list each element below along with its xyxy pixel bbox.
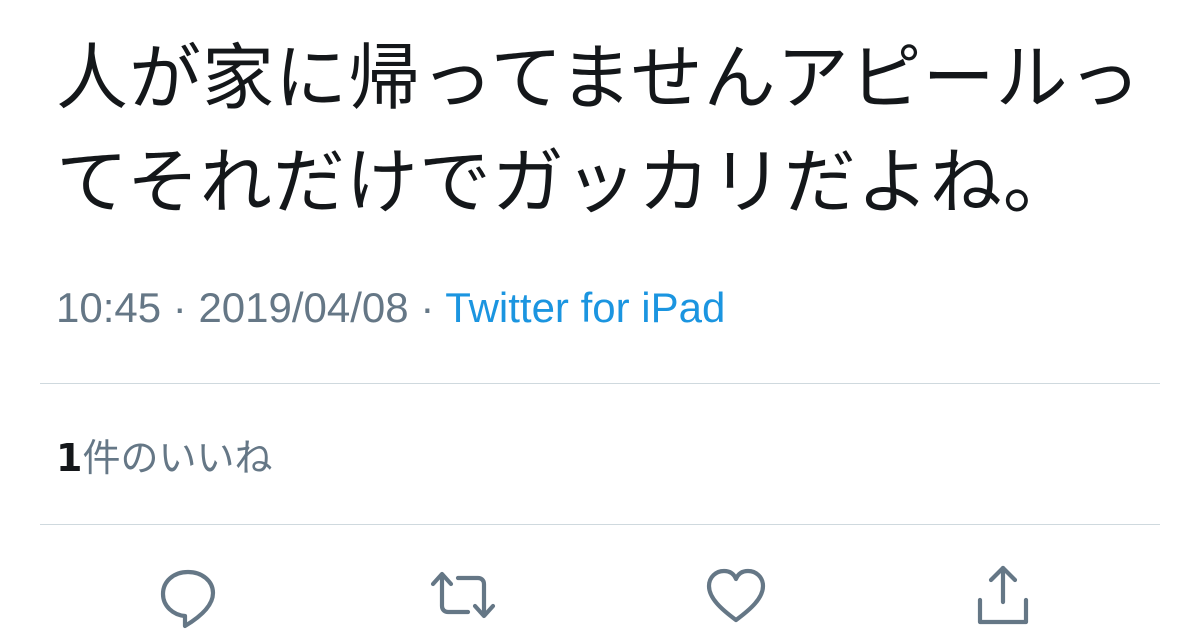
share-icon (977, 565, 1029, 625)
meta-separator: · (161, 284, 199, 331)
likes-count: 1 (56, 436, 83, 480)
tweet-actions-bar (0, 560, 1200, 630)
tweet-meta: 10:45 · 2019/04/08 · Twitter for iPad (56, 282, 725, 334)
tweet-text-line: 人が家に帰ってませんアピールっ (56, 36, 1142, 120)
tweet-date: 2019/04/08 (198, 284, 409, 331)
tweet-text-line: てそれだけでガッカリだよね。 (56, 140, 1076, 224)
likes-summary[interactable]: 1件のいいね (56, 432, 272, 484)
heart-icon (706, 568, 766, 623)
retweet-button[interactable] (428, 560, 498, 630)
cut-off-previous-text-line (55, 0, 1105, 14)
tweet-source-link[interactable]: Twitter for iPad (445, 284, 725, 331)
meta-separator: · (408, 284, 446, 331)
like-button[interactable] (701, 560, 771, 630)
retweet-icon (430, 571, 496, 619)
likes-label: 件のいいね (82, 436, 273, 480)
tweet-text: 人が家に帰ってませんアピールっ てそれだけでガッカリだよね。 (56, 26, 1166, 234)
reply-button[interactable] (153, 560, 223, 630)
tweet-time: 10:45 (56, 284, 162, 331)
share-button[interactable] (968, 560, 1038, 630)
reply-icon (160, 569, 216, 629)
divider (40, 524, 1160, 525)
divider (40, 383, 1160, 384)
